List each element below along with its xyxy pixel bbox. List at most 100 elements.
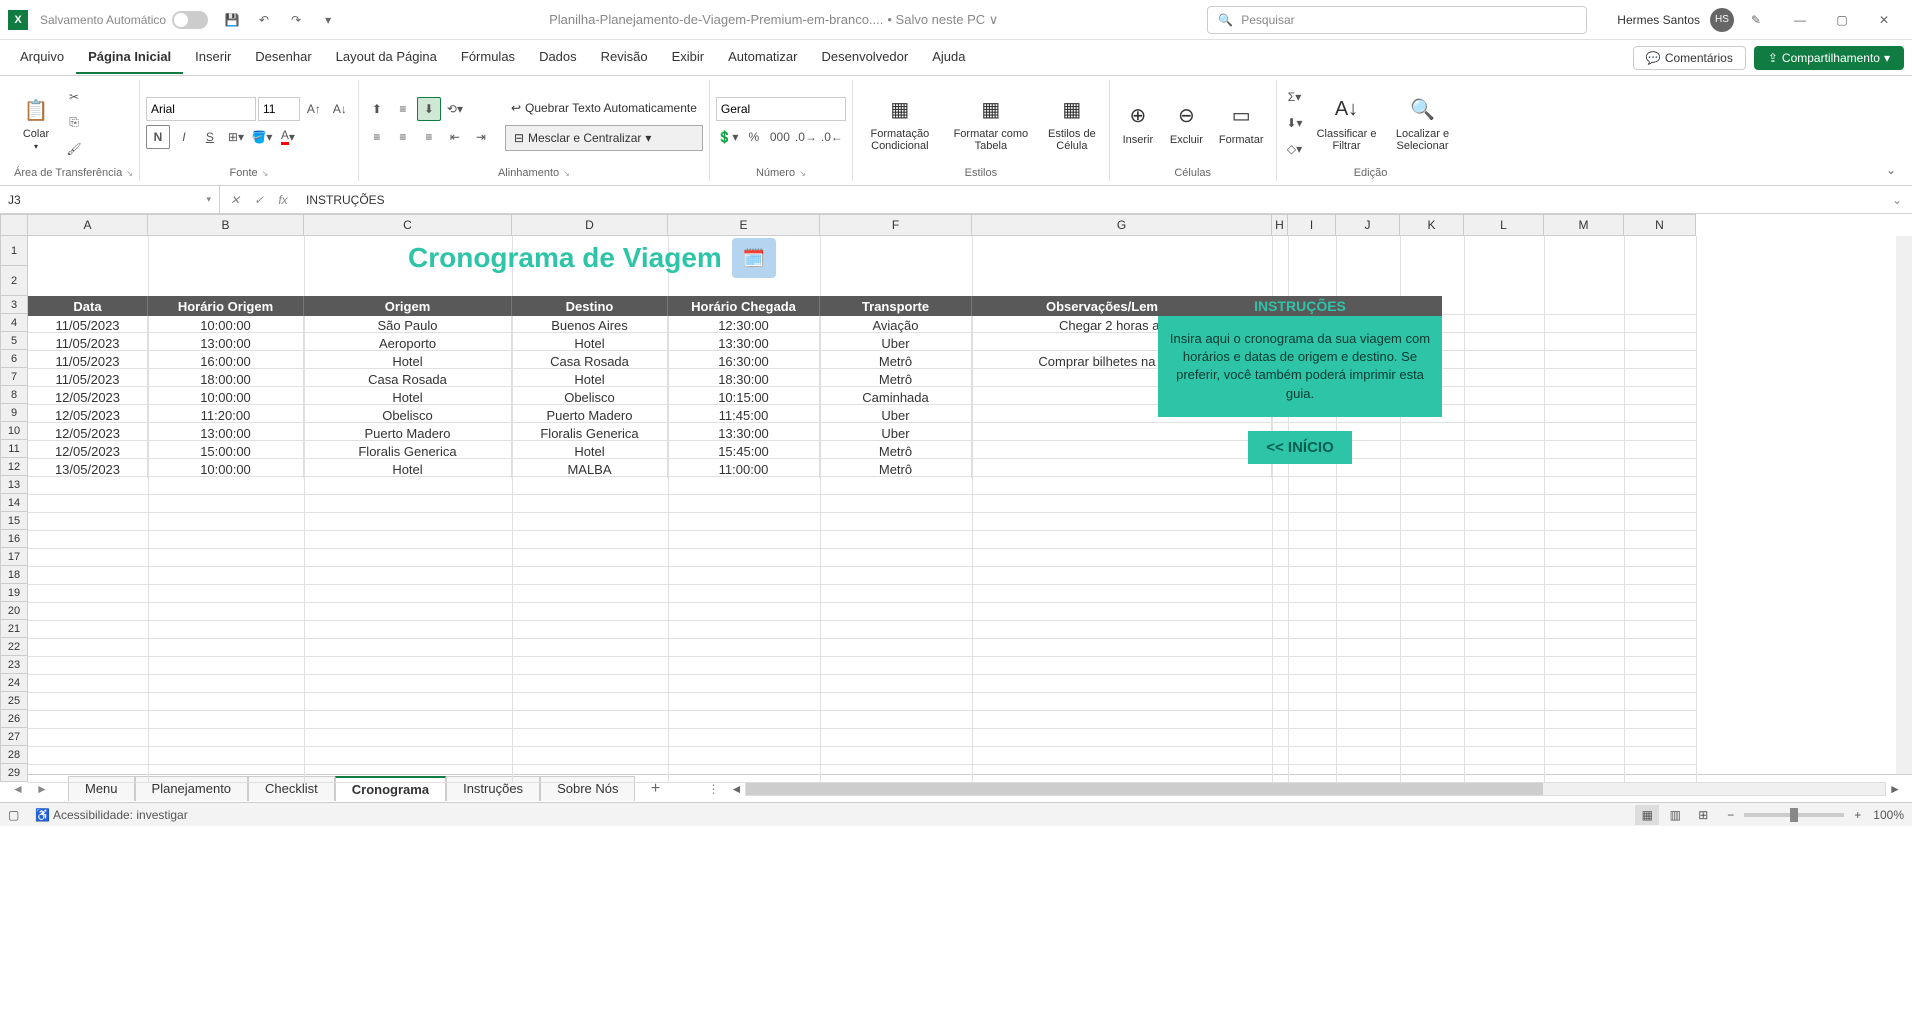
format-painter-icon[interactable]: 🖌 [62,137,86,161]
vertical-scrollbar[interactable] [1896,236,1912,774]
decrease-indent-icon[interactable]: ⇤ [443,125,467,149]
table-cell[interactable]: 10:00:00 [148,316,304,334]
clear-icon[interactable]: ◇▾ [1283,137,1307,161]
table-cell[interactable]: Floralis Generica [512,424,668,442]
row-header-9[interactable]: 9 [0,404,28,422]
align-top-icon[interactable]: ⬆ [365,97,389,121]
row-header-3[interactable]: 3 [0,296,28,314]
row-header-5[interactable]: 5 [0,332,28,350]
inicio-button[interactable]: << INÍCIO [1248,431,1352,464]
merge-center-button[interactable]: ⊟ Mesclar e Centralizar ▾ [505,125,703,151]
table-cell[interactable]: Metrô [820,442,972,460]
table-cell[interactable]: 11:45:00 [668,406,820,424]
table-cell[interactable]: Metrô [820,460,972,478]
zoom-thumb[interactable] [1790,808,1798,822]
fill-color-icon[interactable]: 🪣▾ [250,125,274,149]
table-cell[interactable]: 11/05/2023 [28,316,148,334]
table-cell[interactable]: 13:30:00 [668,334,820,352]
table-cell[interactable]: 16:30:00 [668,352,820,370]
table-row[interactable]: 12/05/202310:00:00HotelObelisco10:15:00C… [28,388,1272,406]
table-cell[interactable]: Uber [820,424,972,442]
row-header-15[interactable]: 15 [0,512,28,530]
ribbon-tab-arquivo[interactable]: Arquivo [8,41,76,74]
table-cell[interactable]: 12/05/2023 [28,388,148,406]
table-cell[interactable]: Hotel [304,460,512,478]
accounting-icon[interactable]: 💲▾ [716,125,740,149]
horizontal-scrollbar[interactable] [745,782,1886,796]
chevron-down-icon[interactable]: ▾ [206,194,211,205]
table-cell[interactable]: Aeroporto [304,334,512,352]
spreadsheet-grid[interactable]: ABCDEFGHIJKLMN 1234567891011121314151617… [0,214,1912,774]
save-icon[interactable]: 💾 [220,8,244,32]
insert-button[interactable]: ⊕Inserir [1116,98,1160,148]
zoom-out-icon[interactable]: − [1727,808,1734,822]
col-header-E[interactable]: E [668,214,820,236]
select-all-corner[interactable] [0,214,28,236]
align-middle-icon[interactable]: ≡ [391,97,415,121]
scroll-right-icon[interactable]: ► [1886,781,1904,797]
row-header-11[interactable]: 11 [0,440,28,458]
dialog-launcher-icon[interactable]: ↘ [126,169,133,178]
col-header-A[interactable]: A [28,214,148,236]
dialog-launcher-icon[interactable]: ↘ [262,169,269,178]
col-header-L[interactable]: L [1464,214,1544,236]
table-cell[interactable]: Casa Rosada [304,370,512,388]
wrap-text-button[interactable]: ↩ Quebrar Texto Automaticamente [505,95,703,121]
find-select-button[interactable]: 🔍Localizar e Selecionar [1387,92,1459,154]
font-name-input[interactable] [146,97,256,121]
cancel-formula-icon[interactable]: ✕ [224,189,246,211]
table-cell[interactable]: Caminhada [820,388,972,406]
row-header-7[interactable]: 7 [0,368,28,386]
ribbon-tab-automatizar[interactable]: Automatizar [716,41,809,74]
table-cell[interactable]: Aviação [820,316,972,334]
table-cell[interactable]: Floralis Generica [304,442,512,460]
table-cell[interactable]: Hotel [512,334,668,352]
table-cell[interactable]: Buenos Aires [512,316,668,334]
row-header-14[interactable]: 14 [0,494,28,512]
table-cell[interactable]: Hotel [512,370,668,388]
font-size-input[interactable] [258,97,300,121]
table-row[interactable]: 12/05/202313:00:00Puerto MaderoFloralis … [28,424,1272,442]
row-header-17[interactable]: 17 [0,548,28,566]
ribbon-tab-desenvolvedor[interactable]: Desenvolvedor [810,41,921,74]
row-header-20[interactable]: 20 [0,602,28,620]
share-button[interactable]: ⇪ Compartilhamento ▾ [1754,46,1904,70]
fx-icon[interactable]: fx [272,189,294,211]
col-header-B[interactable]: B [148,214,304,236]
row-header-26[interactable]: 26 [0,710,28,728]
row-header-29[interactable]: 29 [0,764,28,782]
row-header-23[interactable]: 23 [0,656,28,674]
row-header-4[interactable]: 4 [0,314,28,332]
col-header-J[interactable]: J [1336,214,1400,236]
col-header-H[interactable]: H [1272,214,1288,236]
table-cell[interactable]: Uber [820,334,972,352]
table-cell[interactable]: Metrô [820,352,972,370]
row-header-19[interactable]: 19 [0,584,28,602]
ribbon-tab-revisão[interactable]: Revisão [589,41,660,74]
col-header-K[interactable]: K [1400,214,1464,236]
table-cell[interactable]: 10:15:00 [668,388,820,406]
ribbon-tab-página-inicial[interactable]: Página Inicial [76,41,183,74]
normal-view-icon[interactable]: ▦ [1635,805,1659,825]
table-cell[interactable]: Obelisco [304,406,512,424]
table-cell[interactable]: 11/05/2023 [28,370,148,388]
page-layout-view-icon[interactable]: ▥ [1663,805,1687,825]
font-color-icon[interactable]: A▾ [276,125,300,149]
table-row[interactable]: 11/05/202310:00:00São PauloBuenos Aires1… [28,316,1272,334]
number-format-select[interactable] [716,97,846,121]
table-cell[interactable]: 11/05/2023 [28,352,148,370]
table-cell[interactable]: Casa Rosada [512,352,668,370]
ribbon-tab-layout-da-página[interactable]: Layout da Página [324,41,449,74]
table-cell[interactable]: 15:45:00 [668,442,820,460]
row-header-2[interactable]: 2 [0,266,28,296]
delete-button[interactable]: ⊖Excluir [1164,98,1209,148]
col-header-G[interactable]: G [972,214,1272,236]
underline-button[interactable]: S [198,125,222,149]
decrease-font-icon[interactable]: A↓ [328,97,352,121]
table-cell[interactable]: 12/05/2023 [28,442,148,460]
table-cell[interactable]: 16:00:00 [148,352,304,370]
user-avatar[interactable]: HS [1710,8,1734,32]
col-header-I[interactable]: I [1288,214,1336,236]
ribbon-tab-fórmulas[interactable]: Fórmulas [449,41,527,74]
table-cell[interactable]: 12/05/2023 [28,424,148,442]
